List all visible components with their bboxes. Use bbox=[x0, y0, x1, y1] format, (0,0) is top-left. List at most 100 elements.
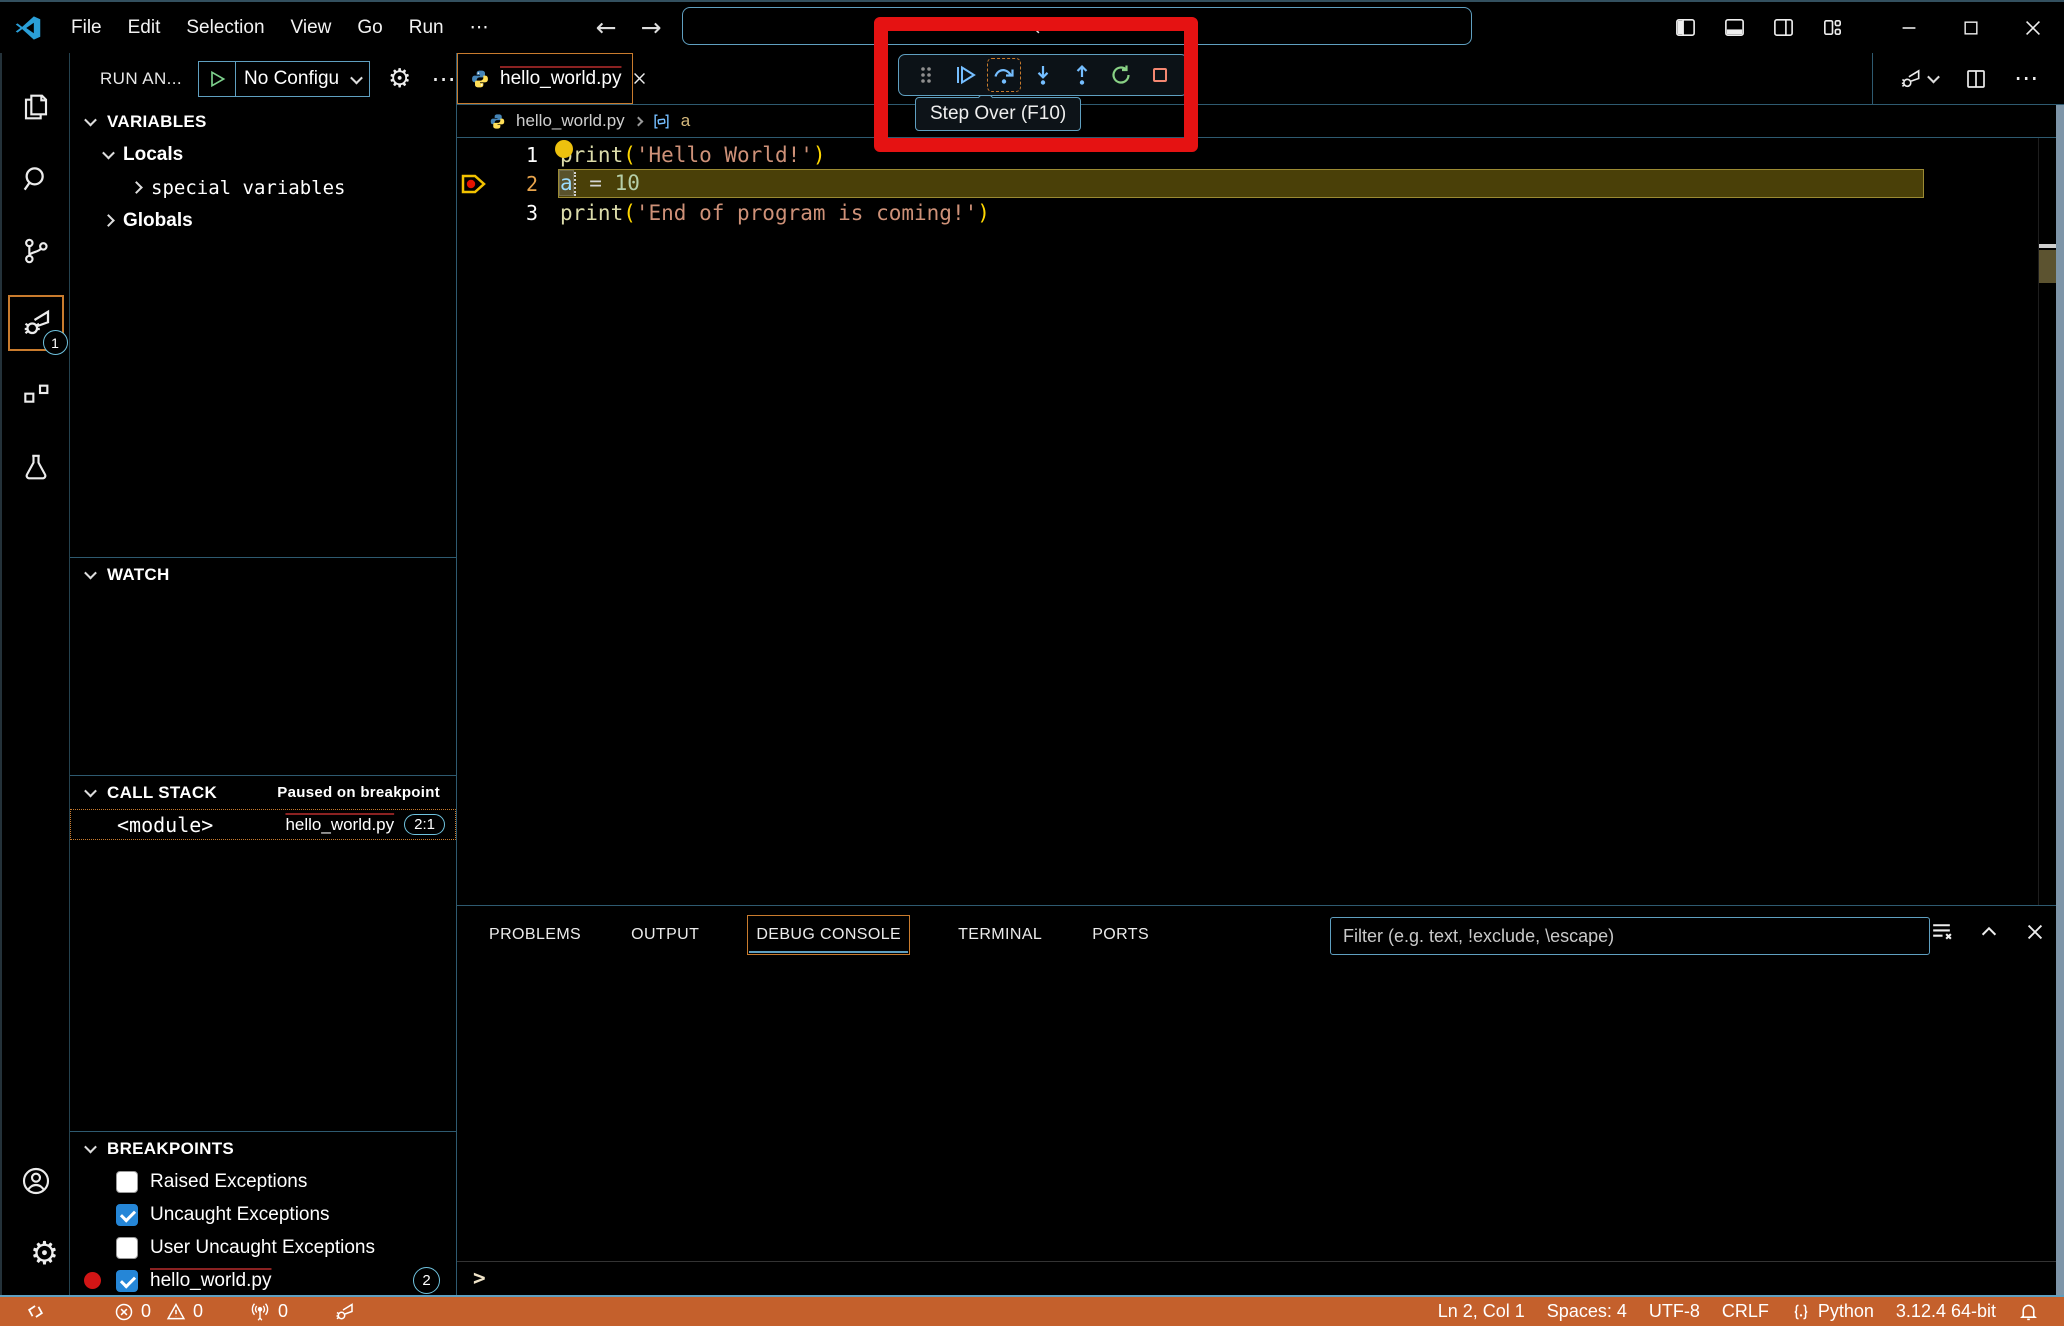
tab-terminal[interactable]: TERMINAL bbox=[956, 915, 1044, 955]
close-panel-icon[interactable] bbox=[2024, 921, 2046, 943]
notifications-bell-icon[interactable] bbox=[2007, 1297, 2050, 1326]
split-editor-icon[interactable] bbox=[1964, 67, 1988, 91]
menu-view[interactable]: View bbox=[278, 11, 345, 45]
editor-scrollbar[interactable] bbox=[2056, 105, 2064, 1295]
back-arrow-icon[interactable]: ← bbox=[588, 13, 625, 42]
sidebar-more-actions-icon[interactable]: ⋯ bbox=[431, 65, 457, 94]
breadcrumb-file[interactable]: hello_world.py bbox=[516, 111, 625, 131]
breakpoints-header[interactable]: BREAKPOINTS bbox=[70, 1132, 456, 1165]
maximize-panel-icon[interactable] bbox=[1978, 921, 2000, 943]
toggle-sidebar-icon[interactable] bbox=[1674, 16, 1697, 39]
menu-selection[interactable]: Selection bbox=[173, 11, 277, 45]
encoding[interactable]: UTF-8 bbox=[1638, 1297, 1711, 1326]
tab-debug-console[interactable]: DEBUG CONSOLE bbox=[747, 915, 910, 955]
checkbox[interactable] bbox=[116, 1237, 138, 1259]
minimap-tick bbox=[2039, 244, 2056, 248]
toolbar-drag-handle[interactable] bbox=[909, 58, 943, 92]
toggle-panel-icon[interactable] bbox=[1723, 16, 1746, 39]
step-into-button[interactable] bbox=[1026, 58, 1060, 92]
sidebar-item-testing[interactable] bbox=[1, 431, 71, 503]
remote-indicator[interactable] bbox=[14, 1297, 57, 1326]
maximize-button[interactable] bbox=[1940, 2, 2002, 53]
debug-config-label: No Configu bbox=[236, 68, 352, 90]
variables-section: VARIABLES Locals special variables Globa… bbox=[70, 105, 456, 557]
toggle-secondary-sidebar-icon[interactable] bbox=[1772, 16, 1795, 39]
tab-hello-world[interactable]: hello_world.py bbox=[457, 53, 633, 104]
language-mode[interactable]: Python bbox=[1780, 1297, 1885, 1326]
variables-locals-row[interactable]: Locals bbox=[70, 138, 456, 171]
variables-special-row[interactable]: special variables bbox=[70, 171, 456, 204]
call-stack-header[interactable]: CALL STACK Paused on breakpoint bbox=[70, 776, 456, 809]
breakpoint-row[interactable]: User Uncaught Exceptions bbox=[70, 1231, 456, 1264]
text-cursor bbox=[574, 172, 576, 196]
checkbox[interactable] bbox=[116, 1270, 138, 1292]
editor-tab-bar: hello_world.py ⋯ bbox=[457, 53, 2064, 105]
ports-indicator[interactable]: 0 bbox=[238, 1297, 299, 1326]
variables-header[interactable]: VARIABLES bbox=[70, 105, 456, 138]
python-version[interactable]: 3.12.4 64-bit bbox=[1885, 1297, 2007, 1326]
continue-button[interactable] bbox=[948, 58, 982, 92]
menu-run[interactable]: Run bbox=[396, 11, 457, 45]
debug-config-dropdown[interactable]: No Configu bbox=[198, 61, 370, 97]
breakpoint-row[interactable]: Uncaught Exceptions bbox=[70, 1198, 456, 1231]
watch-header[interactable]: WATCH bbox=[70, 558, 456, 591]
run-python-file-button[interactable] bbox=[1897, 66, 1938, 92]
menu-go[interactable]: Go bbox=[344, 11, 395, 45]
debug-console-input-row[interactable]: > bbox=[457, 1261, 2056, 1293]
variables-title: VARIABLES bbox=[107, 112, 207, 132]
debug-settings-gear-icon[interactable]: ⚙ bbox=[388, 64, 411, 94]
settings-gear-icon[interactable]: ⚙ bbox=[1, 1217, 71, 1289]
sidebar-item-search[interactable] bbox=[1, 143, 71, 215]
sidebar-item-explorer[interactable] bbox=[1, 71, 71, 143]
tab-problems[interactable]: PROBLEMS bbox=[487, 915, 583, 955]
restart-button[interactable] bbox=[1104, 58, 1138, 92]
debug-console-filter-input[interactable] bbox=[1330, 917, 1930, 955]
breadcrumb[interactable]: hello_world.py a bbox=[457, 105, 2064, 138]
eol-sequence[interactable]: CRLF bbox=[1711, 1297, 1780, 1326]
breadcrumb-symbol[interactable]: a bbox=[681, 111, 690, 131]
step-out-button[interactable] bbox=[1065, 58, 1099, 92]
checkbox[interactable] bbox=[116, 1171, 138, 1193]
account-icon[interactable] bbox=[1, 1145, 71, 1217]
editor-region: hello_world.py ⋯ hello_world.py a bbox=[457, 53, 2064, 1295]
code-line[interactable]: 1 print('Hello World!') bbox=[457, 140, 2064, 169]
sidebar-header: RUN AN... No Configu ⚙ ⋯ bbox=[70, 53, 456, 105]
checkbox[interactable] bbox=[116, 1204, 138, 1226]
chevron-down-icon bbox=[102, 147, 115, 160]
variables-globals-row[interactable]: Globals bbox=[70, 204, 456, 237]
tab-output[interactable]: OUTPUT bbox=[629, 915, 701, 955]
code-editor[interactable]: 1 print('Hello World!') 2 a = 10 3 print… bbox=[457, 138, 2064, 905]
errors-warnings-indicator[interactable]: 0 0 bbox=[103, 1297, 214, 1326]
indentation[interactable]: Spaces: 4 bbox=[1536, 1297, 1638, 1326]
editor-more-actions-icon[interactable]: ⋯ bbox=[2014, 64, 2040, 93]
breakpoint-row[interactable]: Raised Exceptions bbox=[70, 1165, 456, 1198]
debug-session-indicator[interactable] bbox=[321, 1297, 367, 1326]
menu-file[interactable]: File bbox=[58, 11, 115, 45]
menu-edit[interactable]: Edit bbox=[115, 11, 174, 45]
sidebar-item-extensions[interactable] bbox=[1, 359, 71, 431]
close-window-button[interactable] bbox=[2002, 2, 2064, 53]
start-debug-icon[interactable] bbox=[199, 69, 235, 89]
debug-toolbar[interactable] bbox=[898, 54, 1188, 96]
stack-frame-row[interactable]: <module> hello_world.py 2:1 bbox=[70, 809, 456, 840]
step-over-button[interactable] bbox=[987, 58, 1021, 92]
menu-more-icon[interactable]: ⋯ bbox=[457, 10, 502, 45]
customize-layout-icon[interactable] bbox=[1821, 16, 1844, 39]
paused-breakpoint-icon[interactable] bbox=[461, 173, 489, 195]
command-center-search[interactable]: Session2 bbox=[682, 7, 1472, 45]
current-code-line[interactable]: 2 a = 10 bbox=[457, 169, 2064, 198]
cursor-position[interactable]: Ln 2, Col 1 bbox=[1427, 1297, 1536, 1326]
title-bar: File Edit Selection View Go Run ⋯ ← → Se… bbox=[0, 0, 2064, 53]
breakpoint-count-badge: 2 bbox=[413, 1267, 440, 1294]
stop-button[interactable] bbox=[1143, 58, 1177, 92]
clear-console-icon[interactable] bbox=[1929, 919, 1954, 944]
breakpoints-section: BREAKPOINTS Raised Exceptions Uncaught E… bbox=[70, 1131, 456, 1295]
code-line[interactable]: 3 print('End of program is coming!') bbox=[457, 198, 2064, 227]
sidebar-item-run-debug[interactable]: 1 bbox=[1, 287, 71, 359]
breakpoint-file-row[interactable]: hello_world.py 2 bbox=[70, 1264, 456, 1295]
tab-ports[interactable]: PORTS bbox=[1090, 915, 1151, 955]
forward-arrow-icon[interactable]: → bbox=[633, 13, 670, 42]
minimize-button[interactable] bbox=[1878, 2, 1940, 53]
sidebar-item-source-control[interactable] bbox=[1, 215, 71, 287]
close-tab-icon[interactable] bbox=[631, 70, 648, 87]
